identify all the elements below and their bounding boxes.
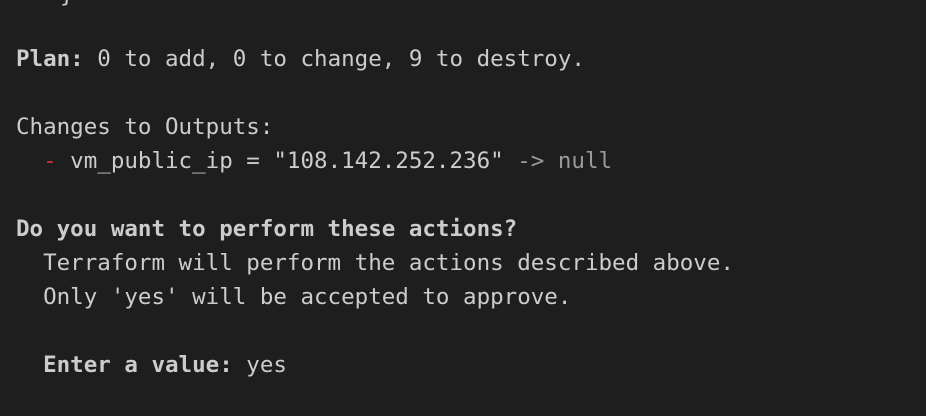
value-prompt-line[interactable]: Enter a value: yes [16,348,287,382]
terminal-output: } Plan: 0 to add, 0 to change, 9 to dest… [0,0,926,406]
plan-summary-line: Plan: 0 to add, 0 to change, 9 to destro… [16,42,585,76]
plan-label: Plan: [16,46,84,72]
cut-off-line: } [60,0,80,10]
prompt-label: Enter a value: [16,352,233,378]
plan-summary-text: 0 to add, 0 to change, 9 to destroy. [83,46,585,72]
info-line-2: Only 'yes' will be accepted to approve. [16,284,572,310]
confirmation-question: Do you want to perform these actions? [16,216,518,242]
prompt-input-value[interactable]: yes [233,352,287,378]
remove-marker: - [43,148,57,174]
output-null-arrow: -> null [503,148,613,174]
output-change-line: - vm_public_ip = "108.142.252.236" -> nu… [16,144,612,178]
output-assignment: vm_public_ip = "108.142.252.236" [56,148,504,174]
outputs-header: Changes to Outputs: [16,114,274,140]
info-line-1: Terraform will perform the actions descr… [16,250,734,276]
